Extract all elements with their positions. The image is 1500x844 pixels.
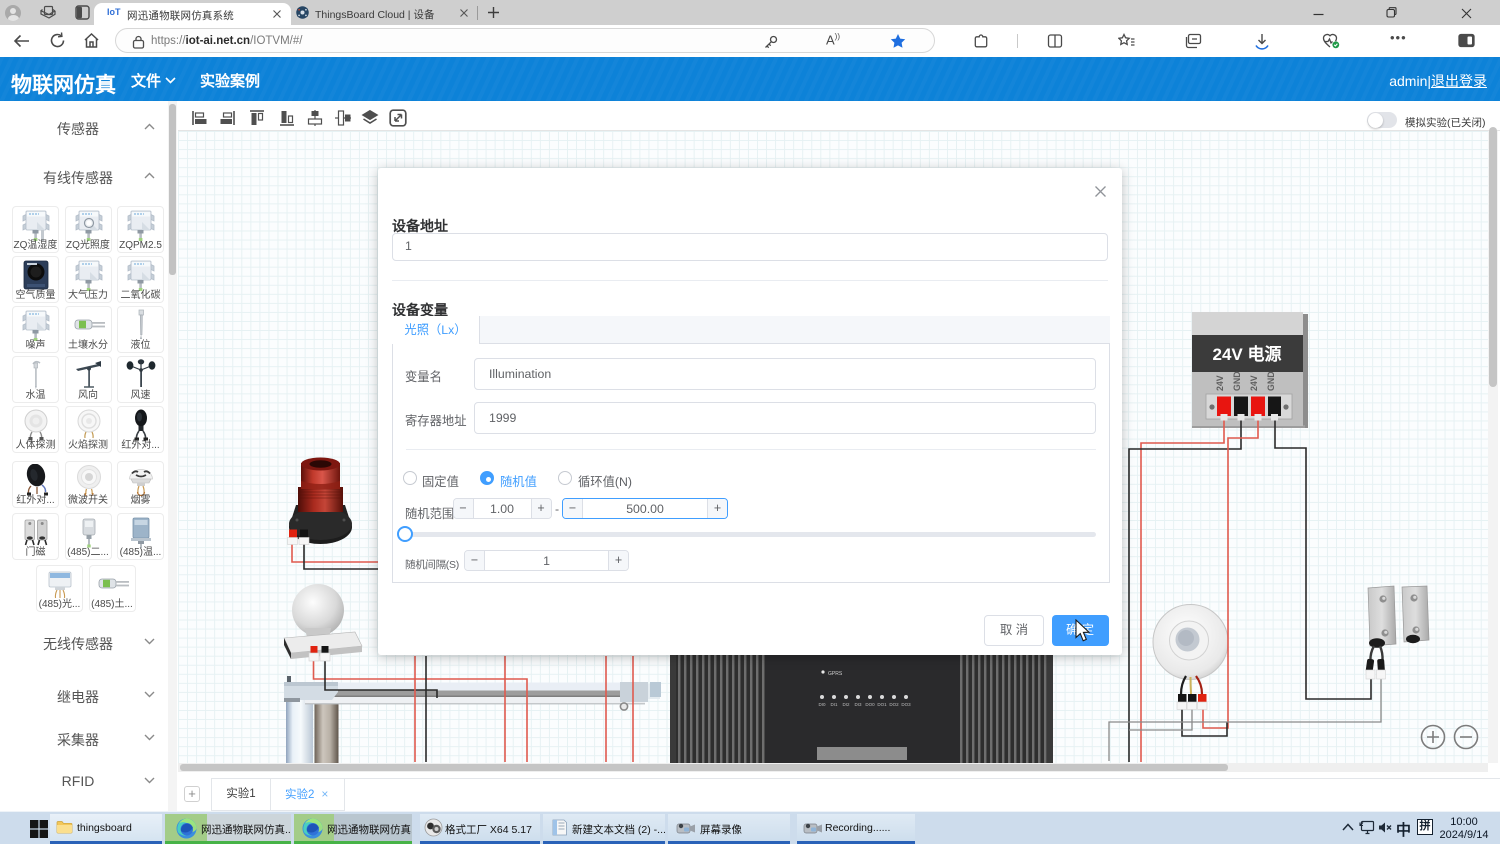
svg-text:DI2: DI2 — [842, 702, 850, 707]
svg-text:DO0: DO0 — [865, 702, 875, 707]
svg-text:DO2: DO2 — [889, 702, 899, 707]
svg-text:GND: GND — [1232, 371, 1242, 391]
svg-text:DI3: DI3 — [854, 702, 862, 707]
svg-text:DI1: DI1 — [830, 702, 838, 707]
svg-text:DO1: DO1 — [877, 702, 887, 707]
svg-text:24V 电源: 24V 电源 — [1213, 344, 1282, 364]
svg-text:24V: 24V — [1215, 375, 1225, 391]
svg-text:GPRS: GPRS — [828, 671, 843, 677]
svg-text:DI0: DI0 — [818, 702, 826, 707]
svg-text:24V: 24V — [1249, 375, 1259, 391]
svg-text:DO3: DO3 — [901, 702, 911, 707]
svg-text:GND: GND — [1266, 371, 1276, 391]
